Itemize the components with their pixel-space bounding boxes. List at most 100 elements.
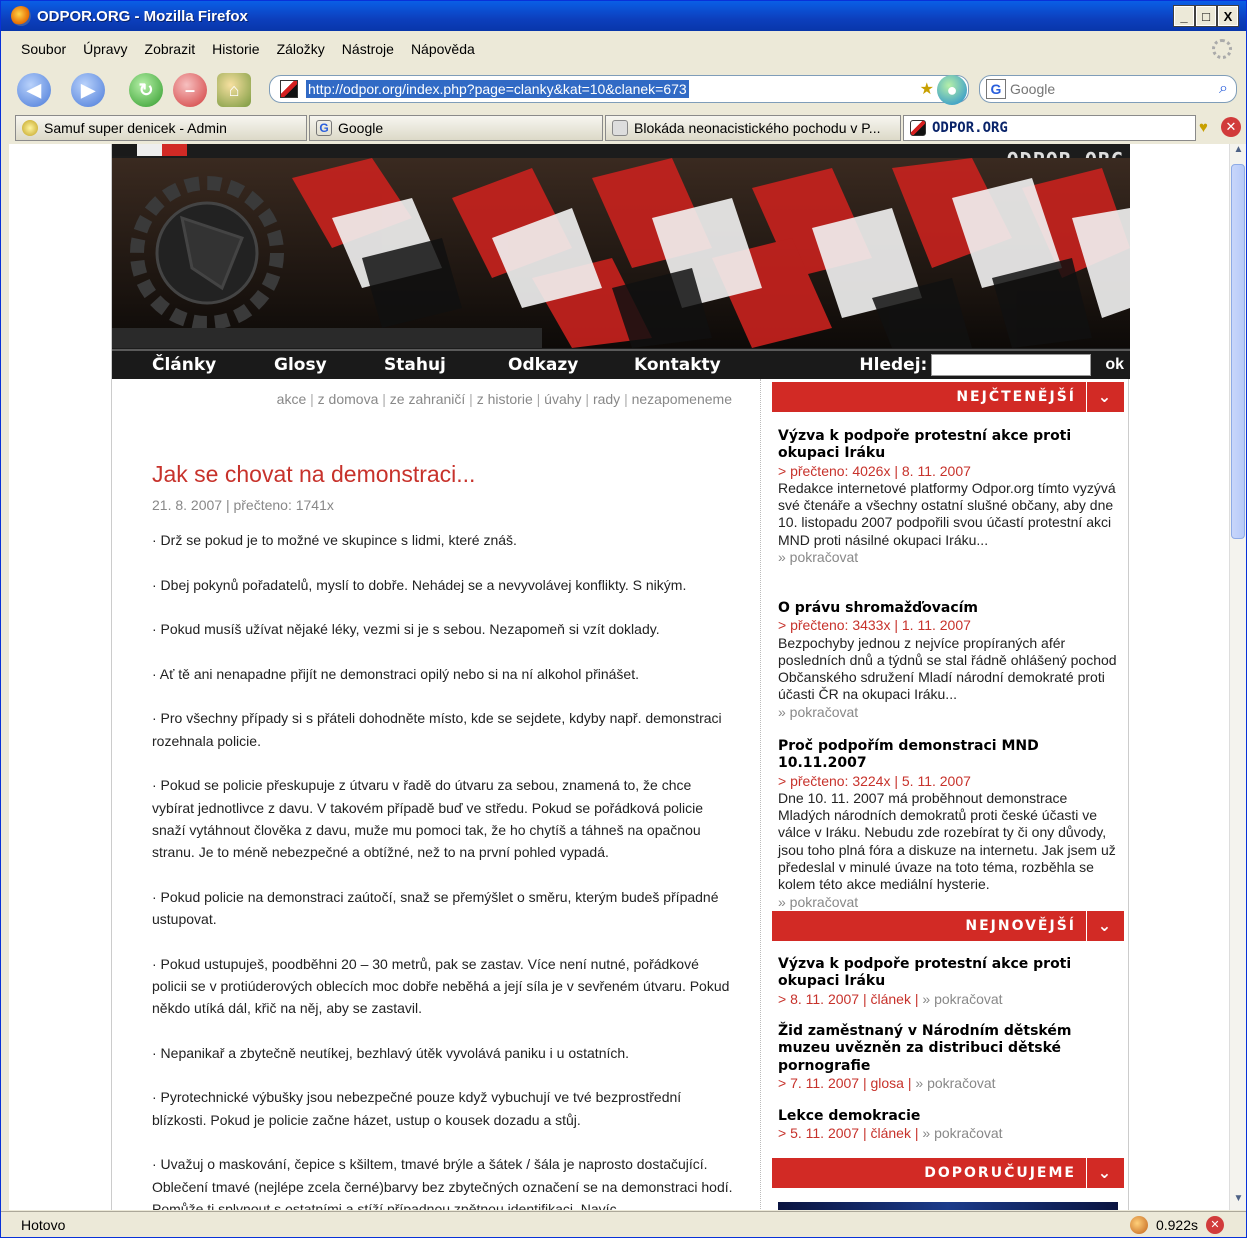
stop-icon[interactable]: –	[173, 73, 207, 107]
nav-stahuj[interactable]: Stahuj	[384, 355, 446, 375]
tab-list-icon[interactable]: ♥	[1199, 119, 1208, 136]
reload-icon[interactable]: ↻	[129, 73, 163, 107]
search-bar[interactable]: G ⌕	[979, 75, 1237, 103]
article-paragraph: · Pokud ustupuješ, poodběhni 20 – 30 met…	[152, 955, 730, 1017]
item-title[interactable]: O právu shromažďovacím	[778, 600, 1123, 617]
bulb-icon	[22, 120, 38, 136]
item-more-link[interactable]: » pokračovat	[778, 704, 1123, 721]
chevron-down-icon[interactable]: ⌄	[1086, 1158, 1124, 1188]
scroll-thumb[interactable]	[1231, 164, 1245, 539]
cat-akce[interactable]: akce	[277, 391, 307, 407]
chevron-down-icon[interactable]: ⌄	[1086, 382, 1124, 412]
cat-z-historie[interactable]: z historie	[477, 391, 533, 407]
browser-window: ODPOR.ORG - Mozilla Firefox _ □ X Soubor…	[0, 0, 1247, 1238]
item-meta: > přečteno: 4026x | 8. 11. 2007	[778, 462, 971, 479]
page-container: ODPOR.ORG	[111, 144, 1130, 1210]
most-read-item: Výzva k podpoře protestní akce proti oku…	[778, 428, 1123, 566]
tab-odpor[interactable]: ODPOR.ORG	[903, 115, 1196, 141]
menu-napoveda[interactable]: Nápověda	[411, 41, 475, 57]
newest-header[interactable]: NEJNOVĚJŠÍ ⌄	[772, 911, 1124, 941]
menu-zalozky[interactable]: Záložky	[277, 41, 325, 57]
article-paragraph: · Ať tě ani nenapadne přijít ne demonstr…	[152, 665, 639, 682]
article-paragraph: · Drž se pokud je to možné ve skupince s…	[152, 532, 517, 548]
cat-uvahy[interactable]: úvahy	[544, 391, 581, 407]
search-icon[interactable]: ⌕	[1219, 80, 1228, 98]
cat-z-domova[interactable]: z domova	[318, 391, 379, 407]
navigation-toolbar: ◀ ▶ ↻ – ⌂ http://odpor.org/index.php?pag…	[1, 67, 1246, 113]
menu-soubor[interactable]: Soubor	[21, 41, 66, 57]
header-banner-image	[112, 158, 1130, 348]
item-meta: > přečteno: 3433x | 1. 11. 2007	[778, 617, 971, 634]
scroll-down-icon[interactable]: ▼	[1230, 1193, 1247, 1210]
bookmark-star-icon[interactable]: ★	[920, 79, 934, 99]
newest-item: Žid zaměstnaný v Národním dětském muzeu …	[778, 1023, 1123, 1092]
item-title[interactable]: Proč podpořím demonstraci MND 10.11.2007	[778, 738, 1123, 773]
item-text: Bezpochyby jednou z nejvíce propíraných …	[778, 634, 1117, 703]
title-bar[interactable]: ODPOR.ORG - Mozilla Firefox _ □ X	[1, 1, 1246, 31]
item-more-link[interactable]: » pokračovat	[922, 991, 1002, 1007]
forward-icon[interactable]: ▶	[71, 73, 105, 107]
tab-bar: Samuf super denicek - Admin G Google Blo…	[1, 113, 1246, 143]
menu-zobrazit[interactable]: Zobrazit	[145, 41, 196, 57]
site-search-label: Hledej:	[859, 355, 928, 375]
article-paragraph: · Pyrotechnické výbušky jsou nebezpečné …	[152, 1089, 682, 1128]
back-icon[interactable]: ◀	[17, 73, 51, 107]
chevron-down-icon[interactable]: ⌄	[1086, 911, 1124, 941]
home-icon[interactable]: ⌂	[217, 73, 251, 107]
nav-clanky[interactable]: Články	[152, 355, 216, 375]
search-input[interactable]	[1010, 81, 1180, 97]
item-more-link[interactable]: » pokračovat	[778, 894, 1123, 911]
address-bar[interactable]: http://odpor.org/index.php?page=clanky&k…	[269, 75, 969, 103]
tab-label: ODPOR.ORG	[932, 120, 1008, 136]
scroll-up-icon[interactable]: ▲	[1230, 144, 1247, 161]
tab-blokada[interactable]: Blokáda neonacistického pochodu v P...	[605, 115, 901, 141]
load-time: 0.922s	[1155, 1217, 1198, 1233]
error-icon[interactable]: ✕	[1206, 1216, 1224, 1234]
article-body: · Drž se pokud je to možné ve skupince s…	[152, 529, 737, 1210]
close-button[interactable]: X	[1217, 5, 1239, 27]
go-icon[interactable]: ●	[937, 75, 967, 105]
minimize-button[interactable]: _	[1173, 5, 1195, 27]
page-viewport: ODPOR.ORG	[9, 144, 1229, 1210]
most-read-header[interactable]: NEJČTENĚJŠÍ ⌄	[772, 382, 1124, 412]
item-title[interactable]: Žid zaměstnaný v Národním dětském muzeu …	[778, 1023, 1123, 1075]
site-search-input[interactable]	[931, 354, 1092, 376]
flag-strip	[112, 144, 187, 156]
item-title[interactable]: Výzva k podpoře protestní akce proti oku…	[778, 428, 1123, 463]
vertical-scrollbar[interactable]: ▲ ▼	[1229, 144, 1246, 1210]
odpor-favicon-icon	[910, 120, 926, 136]
item-more-link[interactable]: » pokračovat	[915, 1075, 995, 1091]
item-title[interactable]: Výzva k podpoře protestní akce proti oku…	[778, 956, 1123, 991]
menu-historie[interactable]: Historie	[212, 41, 259, 57]
google-engine-icon[interactable]: G	[986, 79, 1006, 99]
item-more-link[interactable]: » pokračovat	[922, 1125, 1002, 1141]
nav-odkazy[interactable]: Odkazy	[508, 355, 578, 375]
close-tab-icon[interactable]: ✕	[1221, 117, 1241, 137]
site-header: ODPOR.ORG	[112, 144, 1130, 349]
status-text: Hotovo	[21, 1216, 66, 1233]
main-navigation: Články Glosy Stahuj Odkazy Kontakty Hled…	[112, 349, 1130, 379]
menu-upravy[interactable]: Úpravy	[83, 41, 127, 57]
article-paragraph: · Pokud se policie přeskupuje z útvaru v…	[152, 777, 704, 861]
url-text[interactable]: http://odpor.org/index.php?page=clanky&k…	[306, 80, 689, 98]
most-read-item: O právu shromažďovacím > přečteno: 3433x…	[778, 600, 1123, 721]
nav-glosy[interactable]: Glosy	[274, 355, 327, 375]
cat-rady[interactable]: rady	[593, 391, 620, 407]
article-title: Jak se chovat na demonstraci...	[152, 461, 476, 487]
cat-nezapomeneme[interactable]: nezapomeneme	[632, 391, 732, 407]
cat-ze-zahranici[interactable]: ze zahraničí	[390, 391, 465, 407]
maximize-button[interactable]: □	[1195, 5, 1217, 27]
recommended-header[interactable]: DOPORUČUJEME ⌄	[772, 1158, 1124, 1188]
tab-google[interactable]: G Google	[309, 115, 603, 141]
tab-samuf-admin[interactable]: Samuf super denicek - Admin	[15, 115, 307, 141]
addon-icon[interactable]	[1129, 1216, 1148, 1234]
item-text: Dne 10. 11. 2007 má proběhnout demonstra…	[778, 789, 1116, 893]
menu-bar: Soubor Úpravy Zobrazit Historie Záložky …	[1, 33, 1246, 65]
recommended-banner-image[interactable]	[778, 1202, 1118, 1210]
site-search-button[interactable]: ok	[1105, 356, 1124, 374]
nav-kontakty[interactable]: Kontakty	[634, 355, 721, 375]
item-more-link[interactable]: » pokračovat	[778, 549, 1123, 566]
menu-nastroje[interactable]: Nástroje	[342, 41, 394, 57]
newest-item: Výzva k podpoře protestní akce proti oku…	[778, 956, 1123, 1008]
item-title[interactable]: Lekce demokracie	[778, 1108, 1123, 1125]
